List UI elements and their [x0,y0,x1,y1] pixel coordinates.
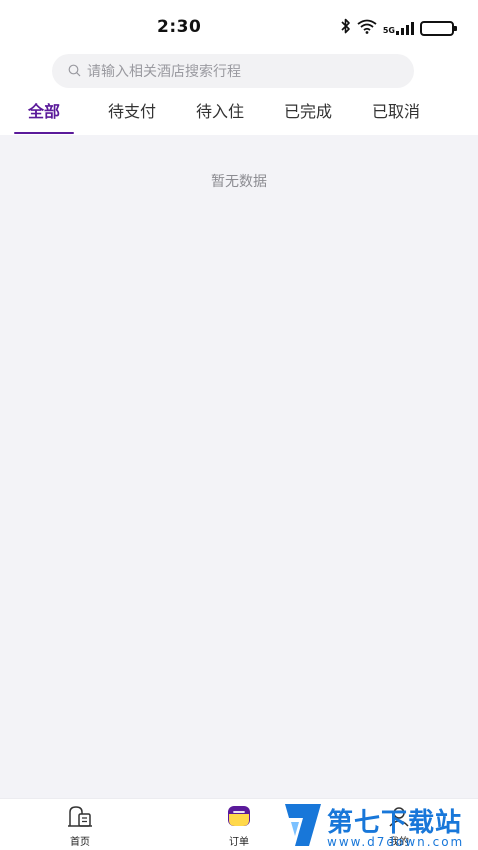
empty-state-text: 暂无数据 [211,174,267,190]
status-icons: 5G [341,17,457,39]
nav-orders-label: 订单 [229,837,249,848]
home-icon [67,806,93,831]
tab-pending-checkin[interactable]: 待入住 [188,98,252,134]
battery-icon [420,20,457,36]
bluetooth-icon [341,18,351,38]
watermark: 第七下载站 www.d7down.com [283,802,478,850]
tab-pending-payment[interactable]: 待支付 [100,98,164,134]
watermark-title: 第七下载站 [327,808,463,838]
tab-active-indicator [14,132,74,134]
wifi-icon [357,19,377,38]
status-time: 2:30 [157,17,202,37]
header-area: 2:30 5G 请输入相关酒店搜索行程 全部 待支付 待入住 已完成 已取消 [0,0,478,135]
order-tabs: 全部 待支付 待入住 已完成 已取消 [0,98,478,134]
status-bar: 2:30 5G [0,0,478,52]
tab-all[interactable]: 全部 [14,98,74,134]
watermark-url: www.d7down.com [327,835,465,849]
order-icon [227,806,251,831]
watermark-logo-icon [283,802,323,850]
tab-completed[interactable]: 已完成 [276,98,340,134]
nav-home[interactable]: 首页 [50,805,110,848]
orders-page: 2:30 5G 请输入相关酒店搜索行程 全部 待支付 待入住 已完成 已取消 暂… [0,0,478,850]
network-type: 5G [382,25,395,35]
tab-cancelled[interactable]: 已取消 [364,98,428,134]
nav-orders[interactable]: 订单 [209,805,269,848]
search-input[interactable]: 请输入相关酒店搜索行程 [52,54,414,88]
nav-home-label: 首页 [70,837,90,848]
search-placeholder: 请输入相关酒店搜索行程 [87,64,241,80]
signal-icon: 5G [382,21,414,35]
search-icon [68,62,81,81]
